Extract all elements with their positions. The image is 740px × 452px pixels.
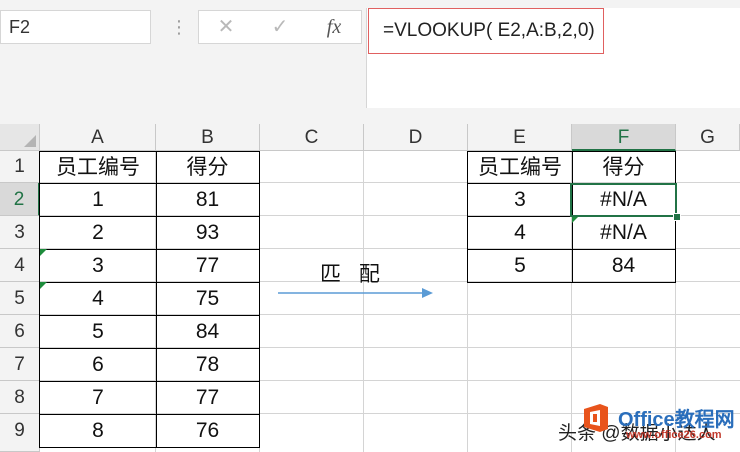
error-indicator-icon [40, 282, 47, 289]
cancel-icon[interactable]: ✕ [199, 11, 253, 43]
row-header-4[interactable]: 4 [0, 249, 40, 282]
table1-cell-id[interactable]: 6 [39, 348, 157, 382]
column-header-e[interactable]: E [468, 124, 572, 151]
column-header-g[interactable]: G [676, 124, 740, 151]
table1-cell-id[interactable]: 2 [39, 216, 157, 250]
gridline [363, 151, 364, 452]
match-label: 匹 配 [320, 263, 386, 286]
watermark-brand: Office教程网 [618, 409, 735, 431]
row-header-6[interactable]: 6 [0, 315, 40, 348]
table2-cell-id[interactable]: 5 [467, 249, 573, 283]
table1-cell-score[interactable]: 81 [156, 183, 260, 217]
column-header-a[interactable]: A [40, 124, 156, 151]
table1-header-score[interactable]: 得分 [156, 151, 260, 184]
column-header-b[interactable]: B [156, 124, 260, 151]
more-options-icon[interactable]: ⋮ [170, 12, 188, 42]
watermark-site: www.office26.com [626, 429, 722, 441]
table1-cell-score[interactable]: 76 [156, 414, 260, 448]
table1-cell-score[interactable]: 77 [156, 249, 260, 283]
row-header-8[interactable]: 8 [0, 381, 40, 414]
table2-cell-result[interactable]: 84 [572, 249, 676, 283]
row-header-7[interactable]: 7 [0, 348, 40, 381]
table2-header-id[interactable]: 员工编号 [467, 151, 573, 184]
table1-cell-score[interactable]: 78 [156, 348, 260, 382]
table1-cell-id[interactable]: 1 [39, 183, 157, 217]
fill-handle[interactable] [673, 213, 681, 221]
table1-cell-score[interactable]: 84 [156, 315, 260, 349]
row-header-3[interactable]: 3 [0, 216, 40, 249]
error-indicator-icon [572, 216, 579, 223]
select-all-button[interactable] [0, 124, 40, 151]
table2-cell-id[interactable]: 4 [467, 216, 573, 250]
table1-cell-score[interactable]: 77 [156, 381, 260, 415]
row-header-5[interactable]: 5 [0, 282, 40, 315]
table2-header-score[interactable]: 得分 [572, 151, 676, 184]
table1-cell-score[interactable]: 75 [156, 282, 260, 316]
formula-text[interactable]: =VLOOKUP( E2,A:B,2,0) [368, 8, 604, 54]
table2-cell-result[interactable]: #N/A [572, 216, 676, 250]
row-header-2[interactable]: 2 [0, 183, 40, 216]
active-cell-selection [570, 183, 677, 217]
table1-cell-id[interactable]: 7 [39, 381, 157, 415]
table1-cell-id[interactable]: 4 [39, 282, 157, 316]
right-arrow-icon [278, 288, 433, 298]
office-logo-icon [584, 404, 608, 432]
error-indicator-icon [40, 249, 47, 256]
row-header-9[interactable]: 9 [0, 414, 40, 452]
table2-cell-id[interactable]: 3 [467, 183, 573, 217]
enter-icon[interactable]: ✓ [253, 11, 307, 43]
column-header-d[interactable]: D [364, 124, 468, 151]
table1-cell-score[interactable]: 93 [156, 216, 260, 250]
name-box[interactable]: F2 [0, 10, 151, 44]
column-header-f[interactable]: F [572, 124, 676, 151]
insert-function-icon[interactable]: fx [307, 11, 361, 43]
formula-buttons: ✕ ✓ fx [198, 10, 362, 44]
table1-header-id[interactable]: 员工编号 [39, 151, 157, 184]
table1-cell-id[interactable]: 8 [39, 414, 157, 448]
table1-cell-id[interactable]: 5 [39, 315, 157, 349]
column-header-c[interactable]: C [260, 124, 364, 151]
row-header-1[interactable]: 1 [0, 151, 40, 183]
table1-cell-id[interactable]: 3 [39, 249, 157, 283]
